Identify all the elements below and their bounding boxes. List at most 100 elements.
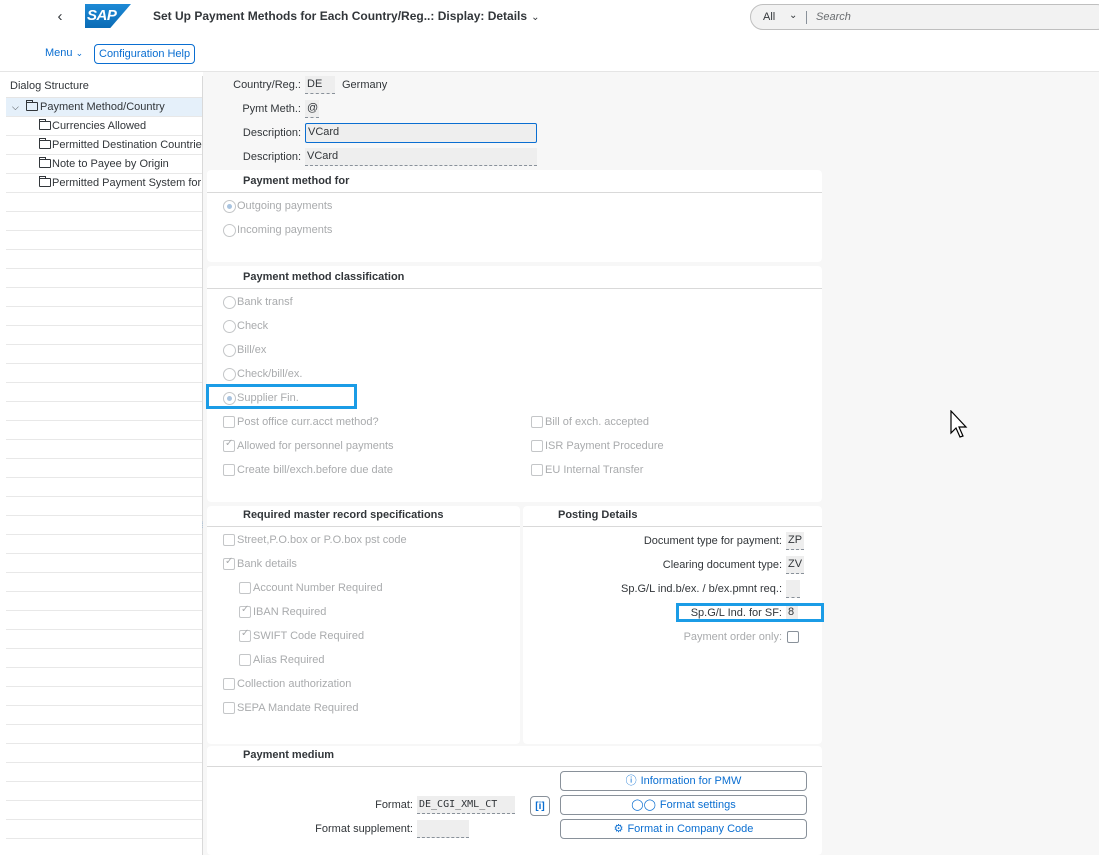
tree-item-permitted-payment-system[interactable]: Permitted Payment System for P [6,174,202,193]
description-field[interactable]: VCard [305,123,537,143]
tree-empty-row [6,668,202,687]
pymt-meth-field[interactable]: @ [305,100,319,118]
payment-order-label: Payment order only: [683,631,782,643]
tree-empty-row [6,706,202,725]
doc-type-label: Document type for payment: [643,535,782,547]
format-value-help-button[interactable]: [i] [530,796,550,816]
format-supplement-field[interactable] [417,820,469,838]
payment-method-for-panel: Payment method for Outgoing payments Inc… [207,170,822,262]
checkbox-checked-icon [239,604,251,618]
payment-medium-title: Payment medium [243,749,335,761]
tree-empty-row [6,383,202,402]
format-field[interactable]: DE_CGI_XML_CT [417,796,515,814]
tree-empty-row [6,649,202,668]
spgl-field[interactable] [786,580,800,598]
spgl-label: Sp.G/L ind.b/ex. / b/ex.pmnt req.: [620,583,782,595]
posting-details-title: Posting Details [558,509,638,521]
spgl-sf-field[interactable]: 8 [786,604,798,622]
checkbox-checked-icon [239,628,251,642]
tree-empty-row [6,592,202,611]
search-separator [806,11,807,24]
radio-selected-icon [223,392,236,405]
search-bar[interactable]: All ⌄ Search [750,4,1099,30]
tree-empty-row [6,725,202,744]
info-icon: ⓘ [625,775,637,787]
company-code-icon: ⚙ [613,823,624,835]
chevron-down-icon: ⌄ [75,48,84,58]
app-title[interactable]: Set Up Payment Methods for Each Country/… [153,9,539,23]
checkbox-icon [239,654,251,666]
checkbox-icon [223,534,235,546]
tree-empty-row [6,630,202,649]
tree-empty-row [6,744,202,763]
tree-empty-row [6,231,202,250]
information-for-pmw-button[interactable]: ⓘ Information for PMW [560,771,807,791]
radio-icon [223,296,236,309]
radio-icon [223,344,236,357]
tree-empty-row [6,554,202,573]
chevron-down-icon[interactable]: ⌵ [12,98,19,116]
mouse-pointer-icon [950,410,968,438]
master-record-title: Required master record specifications [243,509,444,521]
checkbox-icon [223,464,235,476]
tree-empty-row [6,421,202,440]
glasses-icon: ◯◯ [631,799,656,811]
folder-icon [39,176,51,187]
doc-type-field[interactable]: ZP [786,532,804,550]
checkbox-icon [531,440,543,452]
format-label: Format: [375,799,413,811]
open-folder-icon [26,100,38,111]
folder-icon [39,119,51,130]
tree-item-currencies-allowed[interactable]: Currencies Allowed [6,117,202,136]
classification-panel: Payment method classification Bank trans… [207,266,822,502]
master-record-panel: Required master record specifications St… [207,506,520,744]
divider [207,288,822,289]
tree-empty-row [6,212,202,231]
tree-empty-row [6,193,202,212]
divider [207,192,822,193]
country-text: Germany [342,79,388,91]
description-label: Description: [242,127,301,139]
description2-field[interactable]: VCard [305,148,537,166]
tree-header: Dialog Structure [6,76,202,98]
tree-empty-row [6,288,202,307]
tree-item-payment-method-country[interactable]: ⌵ Payment Method/Country [6,98,202,117]
payment-method-for-title: Payment method for [243,175,350,187]
tree-item-permitted-destination-countries[interactable]: Permitted Destination Countries [6,136,202,155]
payment-order-checkbox[interactable] [787,631,799,643]
app-title-text: Set Up Payment Methods for Each Country/… [153,9,528,23]
checkbox-icon [223,702,235,714]
classification-title: Payment method classification [243,271,405,283]
menu-button[interactable]: Menu ⌄ [45,47,83,59]
chevron-down-icon: ⌄ [531,12,540,23]
tree-item-note-to-payee[interactable]: Note to Payee by Origin [6,155,202,174]
search-scope[interactable]: All [763,11,775,23]
tree-empty-row [6,497,202,516]
checkbox-checked-icon [223,438,235,452]
tree-empty-row [6,611,202,630]
tree-empty-row [6,307,202,326]
tree-empty-row [6,459,202,478]
format-in-company-code-button[interactable]: ⚙ Format in Company Code [560,819,807,839]
sap-logo[interactable]: SAP [85,4,131,28]
configuration-help-button[interactable]: Configuration Help [94,44,196,64]
country-field[interactable]: DE [305,76,335,94]
radio-icon [223,320,236,333]
back-button[interactable]: ‹ [52,8,68,26]
tree-empty-row [6,782,202,801]
tree-empty-row [6,687,202,706]
country-label: Country/Reg.: [233,79,301,91]
tree-empty-row [6,478,202,497]
clearing-doc-field[interactable]: ZV [786,556,804,574]
search-input[interactable]: Search [816,11,851,23]
tree-empty-row [6,440,202,459]
folder-icon [39,138,51,149]
chevron-left-icon: ‹ [57,8,63,25]
divider [207,526,520,527]
tree-empty-row [6,250,202,269]
format-supplement-label: Format supplement: [315,823,413,835]
format-settings-button[interactable]: ◯◯ Format settings [560,795,807,815]
tree-empty-row [6,326,202,345]
checkbox-icon [239,582,251,594]
chevron-down-icon[interactable]: ⌄ [789,10,797,21]
